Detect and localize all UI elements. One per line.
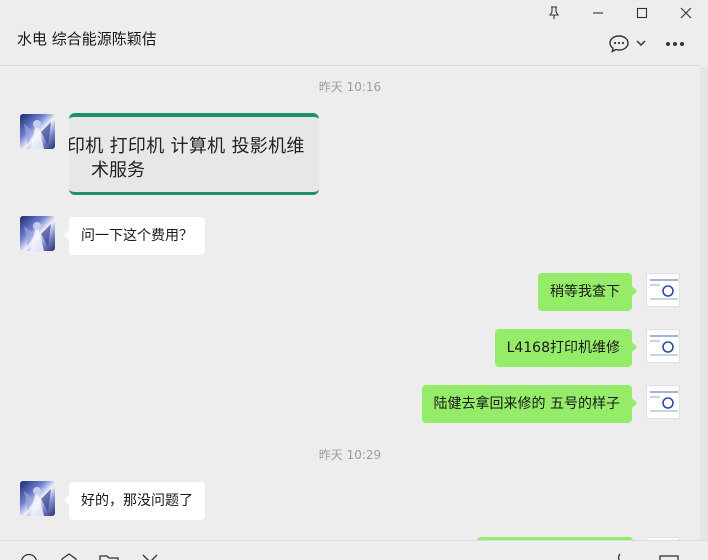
chevron-down-icon[interactable] <box>636 39 646 47</box>
emoji-icon[interactable] <box>20 553 38 560</box>
message-bubble-sent[interactable]: 稍等我查下 <box>538 273 637 311</box>
pin-icon <box>548 6 560 19</box>
maximize-button[interactable] <box>620 0 664 26</box>
avatar-image-icon <box>24 487 51 516</box>
card-text-line-2: 术服务 <box>91 160 145 181</box>
minimize-button[interactable] <box>576 0 620 26</box>
phone-icon[interactable] <box>615 553 633 560</box>
close-button[interactable] <box>664 0 708 26</box>
timestamp: 昨天 10:16 <box>318 80 382 94</box>
more-icon[interactable] <box>665 41 685 47</box>
maximize-icon <box>636 7 648 19</box>
video-icon[interactable] <box>659 553 679 560</box>
folder-icon[interactable] <box>99 553 119 560</box>
timestamp: 昨天 10:29 <box>318 448 382 462</box>
self-avatar[interactable] <box>646 329 680 363</box>
message-bubble-received[interactable]: 问一下这个费用？ <box>64 217 205 255</box>
scrollbar[interactable] <box>700 67 708 540</box>
contact-avatar[interactable] <box>20 481 55 516</box>
contact-avatar[interactable] <box>20 114 55 149</box>
self-avatar[interactable] <box>646 273 680 307</box>
contact-avatar[interactable] <box>20 216 55 251</box>
card-text-line-1: 印机 打印机 计算机 投影机维 <box>69 136 305 157</box>
input-toolbar <box>0 540 708 560</box>
favorites-icon[interactable] <box>60 553 78 560</box>
message-bubble-sent[interactable]: L4168打印机维修 <box>494 329 638 367</box>
pin-button[interactable] <box>532 0 576 26</box>
scissors-icon[interactable] <box>141 553 159 560</box>
avatar-image-icon <box>24 222 51 251</box>
avatar-image-icon <box>24 120 51 149</box>
window-controls <box>532 0 708 26</box>
chat-header: 水电 综合能源陈颖佶 <box>0 26 700 66</box>
message-bubble-received[interactable]: 好的，那没问题了 <box>64 482 205 520</box>
avatar-image-icon <box>650 279 678 300</box>
minimize-icon <box>593 12 603 14</box>
avatar-image-icon <box>650 335 678 356</box>
chat-title: 水电 综合能源陈颖佶 <box>17 30 157 48</box>
avatar-image-icon <box>650 391 678 412</box>
shared-card-message[interactable]: 印机 打印机 计算机 投影机维 术服务 <box>69 113 319 195</box>
message-list[interactable]: 昨天 10:16 印机 打印机 计算机 投影机维 术服务 问一下这个费用？ 稍等… <box>0 67 700 540</box>
chat-bubble-icon[interactable] <box>608 34 630 54</box>
message-bubble-sent[interactable]: 陆健去拿回来修的 五号的样子 <box>421 385 638 423</box>
self-avatar[interactable] <box>646 385 680 419</box>
close-icon <box>680 7 692 19</box>
